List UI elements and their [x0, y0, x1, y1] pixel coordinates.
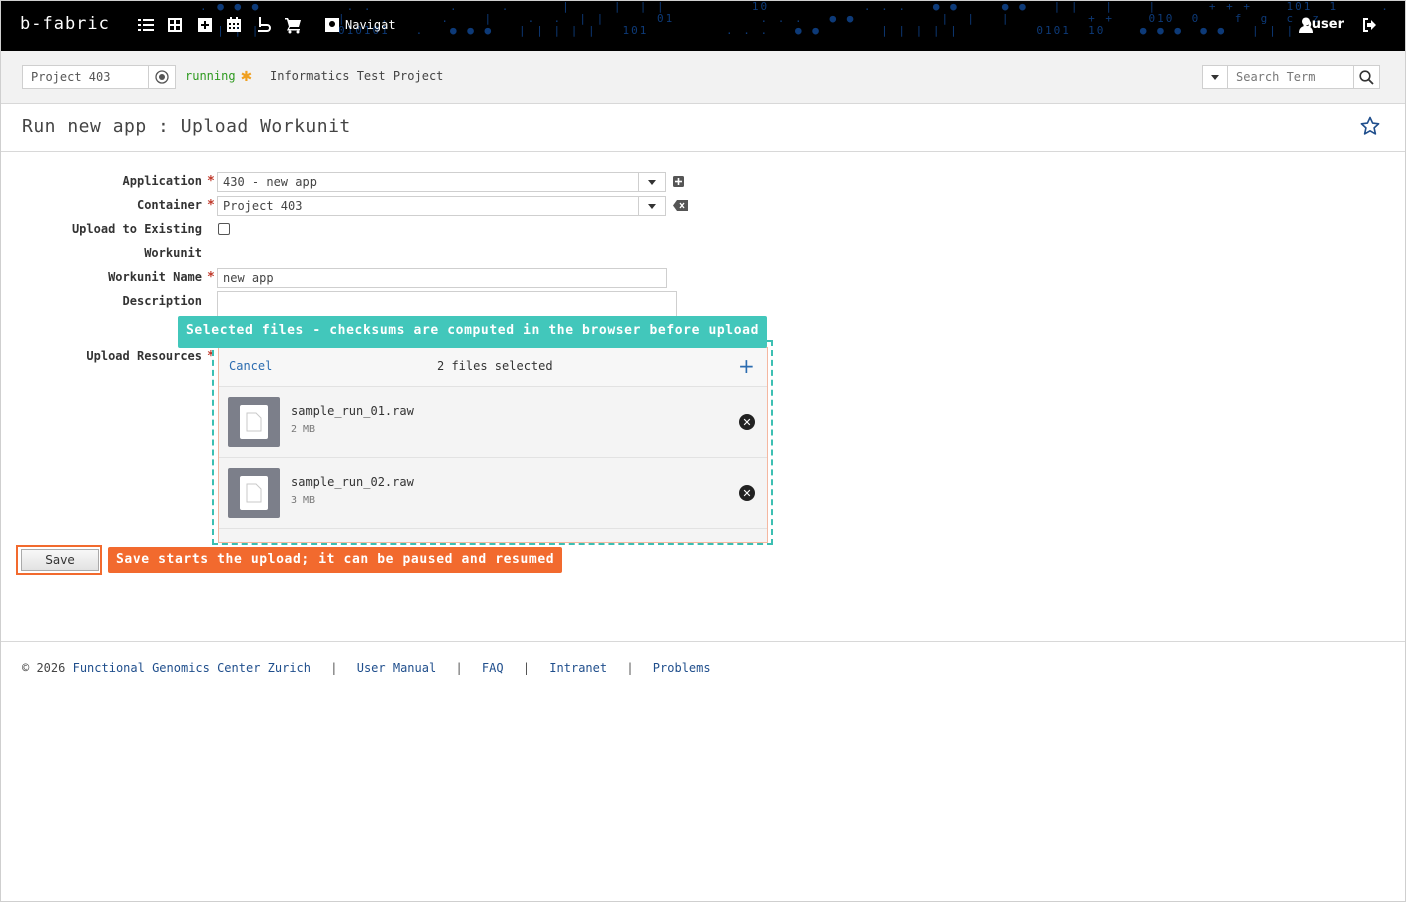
search-input[interactable]: Search Term	[1227, 65, 1354, 89]
separator: |	[522, 661, 531, 675]
file-size: 2 MB	[291, 424, 316, 435]
footer-link-problems[interactable]: Problems	[653, 661, 711, 675]
file-size: 3 MB	[291, 495, 316, 506]
save-button[interactable]: Save	[21, 549, 99, 571]
footer-link-user-manual[interactable]: User Manual	[357, 661, 436, 675]
asterisk-icon: ✱	[241, 65, 252, 86]
description-textarea[interactable]	[217, 291, 677, 319]
upload-dashboard: Cancel 2 files selected + sample_run_01.…	[218, 347, 768, 543]
application-select[interactable]: 430 - new app	[217, 172, 640, 192]
workunit-name-input[interactable]: new app	[217, 268, 667, 288]
project-input[interactable]: Project 403	[22, 65, 149, 89]
cart-icon[interactable]	[284, 16, 304, 36]
top-navbar: . ● ● ● . . . . | | | | 10 . . . ● ● ● ●…	[0, 0, 1406, 51]
app-logo[interactable]: b-fabric	[20, 14, 110, 34]
remove-file-icon[interactable]: ✕	[739, 414, 755, 430]
status-badge: running	[185, 69, 236, 83]
file-item: sample_run_02.raw 3 MB ✕	[219, 458, 767, 529]
workunit-name-label: Workunit Name	[108, 270, 202, 284]
project-bar: Project 403 running ✱ Informatics Test P…	[0, 51, 1406, 104]
project-select-button[interactable]	[148, 65, 176, 89]
separator: |	[330, 661, 338, 675]
separator: |	[626, 661, 634, 675]
save-callout: Save starts the upload; it can be paused…	[108, 547, 563, 573]
search-scope-dropdown[interactable]	[1202, 65, 1228, 89]
nav-search-label[interactable]: Navigat	[345, 18, 396, 32]
page-title: Run new app : Upload Workunit	[22, 116, 351, 137]
divider	[0, 151, 1406, 152]
footer-link-intranet[interactable]: Intranet	[549, 661, 607, 675]
calendar-icon[interactable]	[225, 16, 245, 36]
copyright: © 2026	[22, 661, 66, 675]
container-label: Container	[136, 198, 202, 212]
workunit-label: Workunit	[144, 246, 202, 260]
logout-icon[interactable]	[1361, 16, 1379, 37]
caret-down-icon	[648, 179, 656, 185]
required-marker: *	[207, 270, 215, 285]
file-icon	[240, 476, 268, 510]
file-name: sample_run_02.raw	[291, 475, 414, 489]
cancel-upload-button[interactable]: Cancel	[229, 359, 272, 373]
search-icon	[1359, 69, 1374, 85]
files-callout: Selected files - checksums are computed …	[178, 316, 768, 348]
clear-container-icon[interactable]	[673, 200, 688, 212]
add-files-button[interactable]: +	[738, 354, 755, 378]
file-name: sample_run_01.raw	[291, 404, 414, 418]
add-application-icon[interactable]	[673, 176, 685, 188]
footer: © 2026 Functional Genomics Center Zurich…	[22, 661, 711, 675]
container-dropdown-toggle[interactable]	[638, 196, 666, 216]
file-thumbnail	[228, 397, 280, 447]
file-item: sample_run_01.raw 2 MB ✕	[219, 387, 767, 458]
username[interactable]: buser	[1302, 17, 1344, 32]
upload-existing-checkbox[interactable]	[218, 223, 230, 235]
application-dropdown-toggle[interactable]	[638, 172, 666, 192]
grid-icon[interactable]	[166, 16, 186, 36]
decor-pattern: . ● ● ● . . . . | | | | 10 . . . ● ● ● ●…	[200, 0, 1390, 13]
remove-file-icon[interactable]: ✕	[739, 485, 755, 501]
file-thumbnail	[228, 468, 280, 518]
footer-link-faq[interactable]: FAQ	[482, 661, 504, 675]
target-icon	[155, 70, 169, 84]
container-select[interactable]: Project 403	[217, 196, 640, 216]
application-label: Application	[122, 174, 202, 188]
caret-down-icon	[648, 203, 656, 209]
footer-divider	[0, 641, 1406, 642]
list-icon[interactable]	[137, 16, 157, 36]
file-icon	[240, 405, 268, 439]
search-button[interactable]	[1353, 65, 1380, 89]
required-marker: *	[207, 198, 215, 213]
description-label: Description	[122, 294, 202, 308]
required-marker: *	[207, 174, 215, 189]
upload-existing-label: Upload to Existing	[71, 222, 202, 236]
selected-count: 2 files selected	[437, 359, 553, 373]
caret-down-icon	[1211, 74, 1219, 80]
search-nav-icon[interactable]	[323, 16, 343, 36]
separator: |	[455, 661, 463, 675]
plus-square-icon[interactable]	[196, 16, 216, 36]
import-icon[interactable]	[255, 16, 275, 36]
upload-header: Cancel 2 files selected +	[219, 348, 767, 387]
favorite-star-icon[interactable]	[1360, 116, 1380, 139]
project-name: Informatics Test Project	[270, 69, 444, 83]
footer-link-fgcz[interactable]: Functional Genomics Center Zurich	[73, 661, 311, 675]
upload-resources-label: Upload Resources	[86, 349, 202, 363]
